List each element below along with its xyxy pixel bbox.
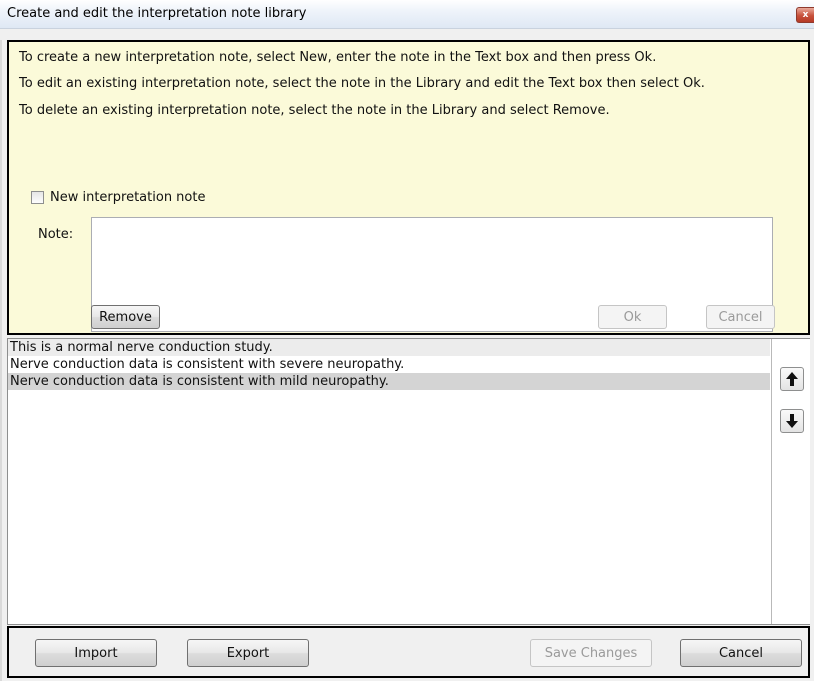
note-text-box[interactable] [91, 217, 773, 332]
list-item[interactable]: This is a normal nerve conduction study. [8, 339, 770, 356]
cancel-button[interactable]: Cancel [680, 639, 802, 667]
interpretation-note-library-dialog: Create and edit the interpretation note … [0, 0, 814, 681]
dialog-footer: Import Export Save Changes Cancel [7, 626, 810, 678]
editor-cancel-button[interactable]: Cancel [706, 305, 775, 329]
window-title: Create and edit the interpretation note … [7, 6, 307, 21]
note-label: Note: [38, 227, 74, 242]
close-icon[interactable]: x [796, 7, 814, 23]
list-item-selected[interactable]: Nerve conduction data is consistent with… [8, 373, 770, 390]
move-up-button[interactable] [780, 367, 804, 391]
instruction-delete: To delete an existing interpretation not… [19, 103, 610, 118]
title-bar: Create and edit the interpretation note … [0, 0, 814, 29]
arrow-up-icon [786, 372, 798, 386]
note-editor-panel: To create a new interpretation note, sel… [7, 40, 810, 335]
ok-button[interactable]: Ok [598, 305, 667, 329]
reorder-column [771, 339, 810, 624]
note-library: This is a normal nerve conduction study.… [7, 338, 810, 625]
instruction-create: To create a new interpretation note, sel… [19, 50, 657, 65]
instruction-edit: To edit an existing interpretation note,… [19, 76, 705, 91]
new-note-checkbox-row[interactable]: New interpretation note [31, 190, 205, 205]
save-changes-button[interactable]: Save Changes [530, 639, 652, 667]
remove-button[interactable]: Remove [91, 305, 160, 329]
new-note-checkbox[interactable] [31, 191, 44, 204]
import-button[interactable]: Import [35, 639, 157, 667]
note-library-list[interactable]: This is a normal nerve conduction study.… [8, 339, 770, 624]
window-left-edge [0, 40, 2, 681]
export-button[interactable]: Export [187, 639, 309, 667]
list-item[interactable]: Nerve conduction data is consistent with… [8, 356, 770, 373]
move-down-button[interactable] [780, 409, 804, 433]
arrow-down-icon [786, 414, 798, 428]
new-note-checkbox-label[interactable]: New interpretation note [50, 190, 205, 205]
